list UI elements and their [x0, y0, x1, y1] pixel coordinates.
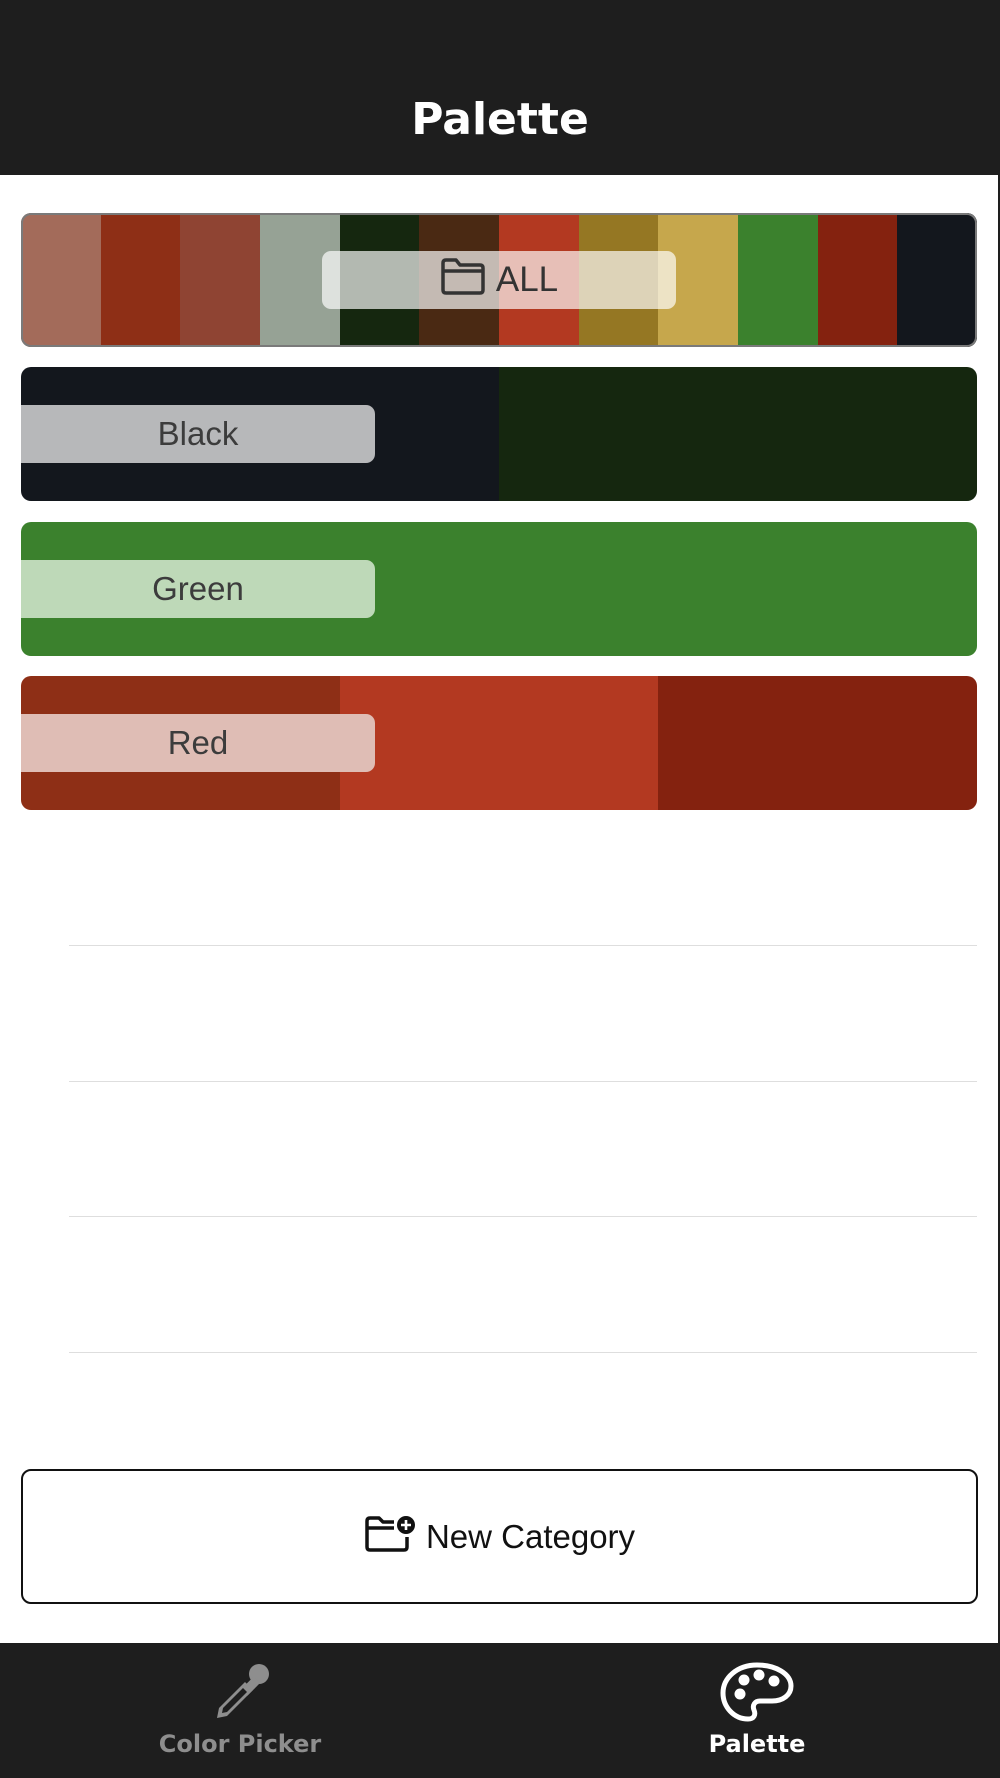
list-divider	[69, 1081, 977, 1082]
category-label-red: Red	[21, 714, 375, 772]
color-swatch	[499, 367, 977, 501]
page-title: Palette	[411, 94, 589, 145]
color-swatch	[180, 213, 261, 347]
category-card-all[interactable]: ALL	[21, 213, 977, 347]
folder-icon	[440, 257, 496, 304]
color-swatch	[339, 676, 659, 810]
palette-icon	[720, 1658, 794, 1728]
list-divider	[69, 1352, 977, 1353]
tab-label: Palette	[708, 1730, 806, 1758]
new-category-button[interactable]: New Category	[21, 1469, 978, 1604]
folder-plus-icon	[364, 1513, 426, 1561]
color-swatch	[817, 213, 898, 347]
eyedropper-icon	[207, 1658, 273, 1728]
tab-palette[interactable]: Palette	[607, 1643, 907, 1778]
category-label-all: ALL	[322, 251, 676, 309]
category-card-green[interactable]: Green	[21, 522, 977, 656]
color-swatch	[897, 213, 977, 347]
category-name: ALL	[495, 260, 559, 299]
list-divider	[69, 1216, 977, 1217]
category-label-black: Black	[21, 405, 375, 463]
tab-label: Color Picker	[158, 1730, 322, 1758]
color-swatch	[100, 213, 181, 347]
tab-bar: Color Picker Palette	[0, 1643, 1000, 1778]
list-divider	[69, 945, 977, 946]
category-card-black[interactable]: Black	[21, 367, 977, 501]
tab-color-picker[interactable]: Color Picker	[90, 1643, 390, 1778]
color-swatch	[738, 213, 818, 347]
color-swatch	[658, 676, 977, 810]
new-category-label: New Category	[425, 1517, 636, 1555]
category-label-green: Green	[21, 560, 375, 618]
color-swatch	[21, 213, 101, 347]
navigation-bar: Palette	[0, 0, 1000, 175]
category-card-red[interactable]: Red	[21, 676, 977, 810]
